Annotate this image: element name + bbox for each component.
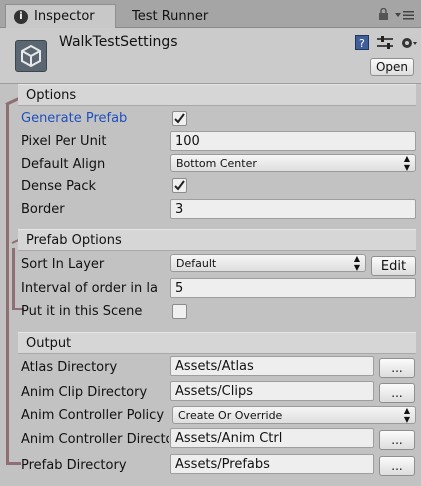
preset-icon[interactable] xyxy=(377,36,393,50)
atlas-directory-field[interactable]: Assets/Atlas xyxy=(170,356,374,376)
anim-controller-directory-browse-button[interactable]: ... xyxy=(379,430,415,450)
bracket-inner-line xyxy=(12,248,15,310)
anim-controller-policy-value: Create Or Override xyxy=(178,408,283,422)
prefab-directory-browse-button[interactable]: ... xyxy=(379,456,415,476)
gear-icon[interactable] xyxy=(400,35,418,51)
lock-icon[interactable] xyxy=(378,7,389,20)
border-label: Border xyxy=(21,201,65,217)
tab-test-runner-label: Test Runner xyxy=(132,8,209,24)
anim-controller-policy-dropdown[interactable]: Create Or Override ▲ ▼ xyxy=(172,406,416,424)
dropdown-arrow-icon: ▲ ▼ xyxy=(353,254,360,272)
dense-pack-label: Dense Pack xyxy=(21,178,97,194)
bracket-line xyxy=(6,103,9,465)
anim-controller-directory-field[interactable]: Assets/Anim Ctrl xyxy=(170,428,374,448)
section-prefab-options-title: Prefab Options xyxy=(26,232,122,248)
atlas-directory-browse-button[interactable]: ... xyxy=(379,358,415,378)
border-field[interactable]: 3 xyxy=(170,199,416,219)
object-name: WalkTestSettings xyxy=(59,34,178,50)
generate-prefab-checkbox[interactable] xyxy=(172,111,187,126)
tab-inspector[interactable]: i Inspector xyxy=(5,4,116,28)
section-options[interactable]: Options xyxy=(18,84,416,106)
section-options-title: Options xyxy=(26,87,77,103)
svg-text:?: ? xyxy=(359,37,365,49)
open-button[interactable]: Open xyxy=(370,58,414,76)
atlas-directory-label: Atlas Directory xyxy=(21,359,118,375)
info-icon: i xyxy=(14,9,28,24)
prefab-directory-label: Prefab Directory xyxy=(21,457,127,473)
anim-controller-directory-label: Anim Controller Directory xyxy=(21,431,169,447)
context-menu-icon[interactable] xyxy=(395,9,415,20)
sort-in-layer-label: Sort In Layer xyxy=(21,256,105,272)
anim-clip-directory-browse-button[interactable]: ... xyxy=(379,383,415,403)
anim-controller-policy-label: Anim Controller Policy xyxy=(21,407,165,423)
anim-clip-directory-field[interactable]: Assets/Clips xyxy=(170,381,374,401)
tab-inspector-label: Inspector xyxy=(34,9,95,24)
default-align-dropdown[interactable]: Bottom Center ▲ ▼ xyxy=(170,154,416,172)
sort-in-layer-dropdown[interactable]: Default ▲ ▼ xyxy=(170,254,366,272)
section-prefab-options[interactable]: Prefab Options xyxy=(18,229,416,251)
anim-clip-directory-label: Anim Clip Directory xyxy=(21,384,148,400)
put-in-scene-checkbox[interactable] xyxy=(172,304,187,319)
section-output-title: Output xyxy=(26,335,72,351)
pixel-per-unit-field[interactable]: 100 xyxy=(170,131,416,151)
bracket-bottom xyxy=(6,462,21,465)
interval-of-order-label: Interval of order in la xyxy=(21,280,158,296)
dropdown-arrow-icon: ▲ ▼ xyxy=(403,406,410,424)
unity-logo-icon xyxy=(15,40,47,72)
interval-of-order-field[interactable]: 5 xyxy=(170,278,416,298)
default-align-label: Default Align xyxy=(21,156,106,172)
pixel-per-unit-label: Pixel Per Unit xyxy=(21,133,107,149)
default-align-value: Bottom Center xyxy=(176,156,257,170)
help-icon[interactable]: ? xyxy=(355,35,369,50)
dense-pack-checkbox[interactable] xyxy=(172,178,187,193)
tab-test-runner[interactable]: Test Runner xyxy=(124,4,234,28)
section-output[interactable]: Output xyxy=(18,332,416,354)
sort-in-layer-value: Default xyxy=(176,256,217,270)
prefab-directory-field[interactable]: Assets/Prefabs xyxy=(170,454,374,474)
put-in-scene-label: Put it in this Scene xyxy=(21,303,143,319)
checkmark-icon xyxy=(174,113,185,124)
edit-button[interactable]: Edit xyxy=(371,256,416,276)
checkmark-icon xyxy=(174,180,185,191)
dropdown-arrow-icon: ▲ ▼ xyxy=(403,154,410,172)
generate-prefab-label: Generate Prefab xyxy=(21,110,128,126)
